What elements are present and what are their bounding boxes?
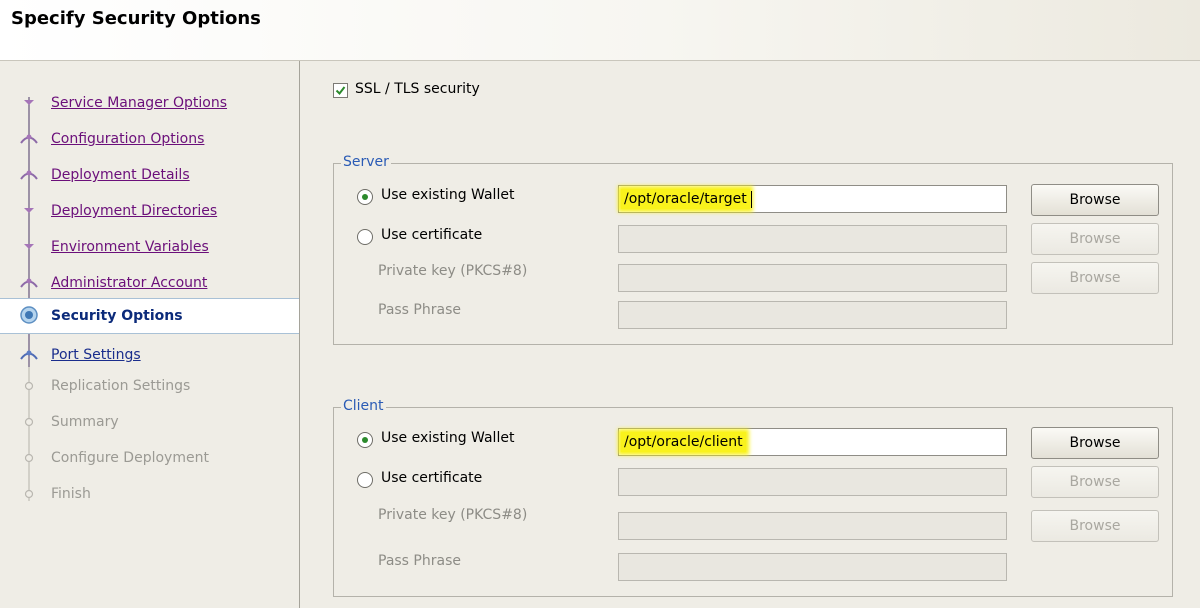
step-label: Configuration Options	[51, 131, 205, 147]
text-caret	[750, 190, 752, 208]
step-label: Configure Deployment	[51, 450, 209, 466]
server-wallet-browse-button[interactable]: Browse	[1031, 184, 1159, 216]
step-administrator-account[interactable]: Administrator Account	[0, 272, 299, 294]
client-use-certificate-radio[interactable]	[357, 472, 373, 488]
step-deployment-details[interactable]: Deployment Details	[0, 164, 299, 186]
client-use-certificate-label: Use certificate	[381, 470, 483, 486]
client-certificate-browse-button: Browse	[1031, 466, 1159, 498]
checkmark-icon	[335, 86, 346, 96]
step-configure-deployment: Configure Deployment	[0, 447, 299, 469]
client-pass-phrase-label: Pass Phrase	[378, 553, 461, 569]
step-pending-icon	[24, 381, 34, 391]
step-visited-icon	[20, 134, 38, 144]
client-wallet-path-input[interactable]: /opt/oracle/client	[618, 428, 1007, 456]
ssl-tls-label: SSL / TLS security	[355, 81, 480, 97]
client-private-key-browse-button: Browse	[1031, 510, 1159, 542]
security-options-panel: SSL / TLS security Server Use existing W…	[300, 61, 1200, 608]
ssl-tls-checkbox[interactable]	[333, 83, 348, 98]
client-legend: Client	[341, 398, 386, 414]
client-wallet-browse-button[interactable]: Browse	[1031, 427, 1159, 459]
step-pending-icon	[24, 453, 34, 463]
page-header: Specify Security Options	[0, 0, 1200, 61]
server-legend: Server	[341, 154, 391, 170]
client-pass-phrase-input	[618, 553, 1007, 581]
step-pending-icon	[24, 489, 34, 499]
client-private-key-label: Private key (PKCS#8)	[378, 507, 528, 523]
client-use-wallet-radio[interactable]	[357, 432, 373, 448]
step-environment-variables[interactable]: Environment Variables	[0, 236, 299, 258]
step-label: Replication Settings	[51, 378, 191, 394]
server-private-key-label: Private key (PKCS#8)	[378, 263, 528, 279]
step-label: Summary	[51, 414, 119, 430]
step-deployment-directories[interactable]: Deployment Directories	[0, 200, 299, 222]
step-visited-icon	[24, 100, 34, 105]
step-configuration-options[interactable]: Configuration Options	[0, 128, 299, 150]
step-label: Administrator Account	[51, 275, 208, 291]
server-pass-phrase-input	[618, 301, 1007, 329]
step-label: Service Manager Options	[51, 95, 228, 111]
server-use-certificate-label: Use certificate	[381, 227, 483, 243]
step-visited-icon	[24, 208, 34, 213]
server-certificate-browse-button: Browse	[1031, 223, 1159, 255]
server-private-key-browse-button: Browse	[1031, 262, 1159, 294]
server-wallet-path-input[interactable]: /opt/oracle/target	[618, 185, 1007, 213]
step-service-manager-options[interactable]: Service Manager Options	[0, 92, 299, 114]
page-title: Specify Security Options	[11, 8, 261, 29]
step-label: Deployment Details	[51, 167, 190, 183]
server-pass-phrase-label: Pass Phrase	[378, 302, 461, 318]
server-certificate-input	[618, 225, 1007, 253]
server-private-key-input	[618, 264, 1007, 292]
server-wallet-path-value: /opt/oracle/target	[621, 189, 750, 209]
step-replication-settings: Replication Settings	[0, 375, 299, 397]
wizard-steps-sidebar: Service Manager Options Configuration Op…	[0, 61, 300, 608]
server-use-wallet-label: Use existing Wallet	[381, 187, 515, 203]
server-use-wallet-radio[interactable]	[357, 189, 373, 205]
step-label: Deployment Directories	[51, 203, 218, 219]
client-wallet-path-value: /opt/oracle/client	[621, 432, 746, 452]
step-label: Finish	[51, 486, 91, 502]
step-current-icon	[20, 306, 38, 324]
step-label: Environment Variables	[51, 239, 209, 255]
step-label: Security Options	[51, 308, 183, 324]
step-visited-icon	[24, 244, 34, 249]
step-pending-icon	[24, 417, 34, 427]
step-security-options[interactable]: Security Options	[0, 298, 299, 334]
step-visited-icon	[20, 278, 38, 288]
client-certificate-input	[618, 468, 1007, 496]
step-visited-icon	[20, 170, 38, 180]
step-next-icon	[20, 350, 38, 360]
client-use-wallet-label: Use existing Wallet	[381, 430, 515, 446]
step-summary: Summary	[0, 411, 299, 433]
step-finish: Finish	[0, 483, 299, 505]
step-port-settings[interactable]: Port Settings	[0, 344, 299, 366]
step-label: Port Settings	[51, 347, 141, 363]
client-private-key-input	[618, 512, 1007, 540]
server-use-certificate-radio[interactable]	[357, 229, 373, 245]
